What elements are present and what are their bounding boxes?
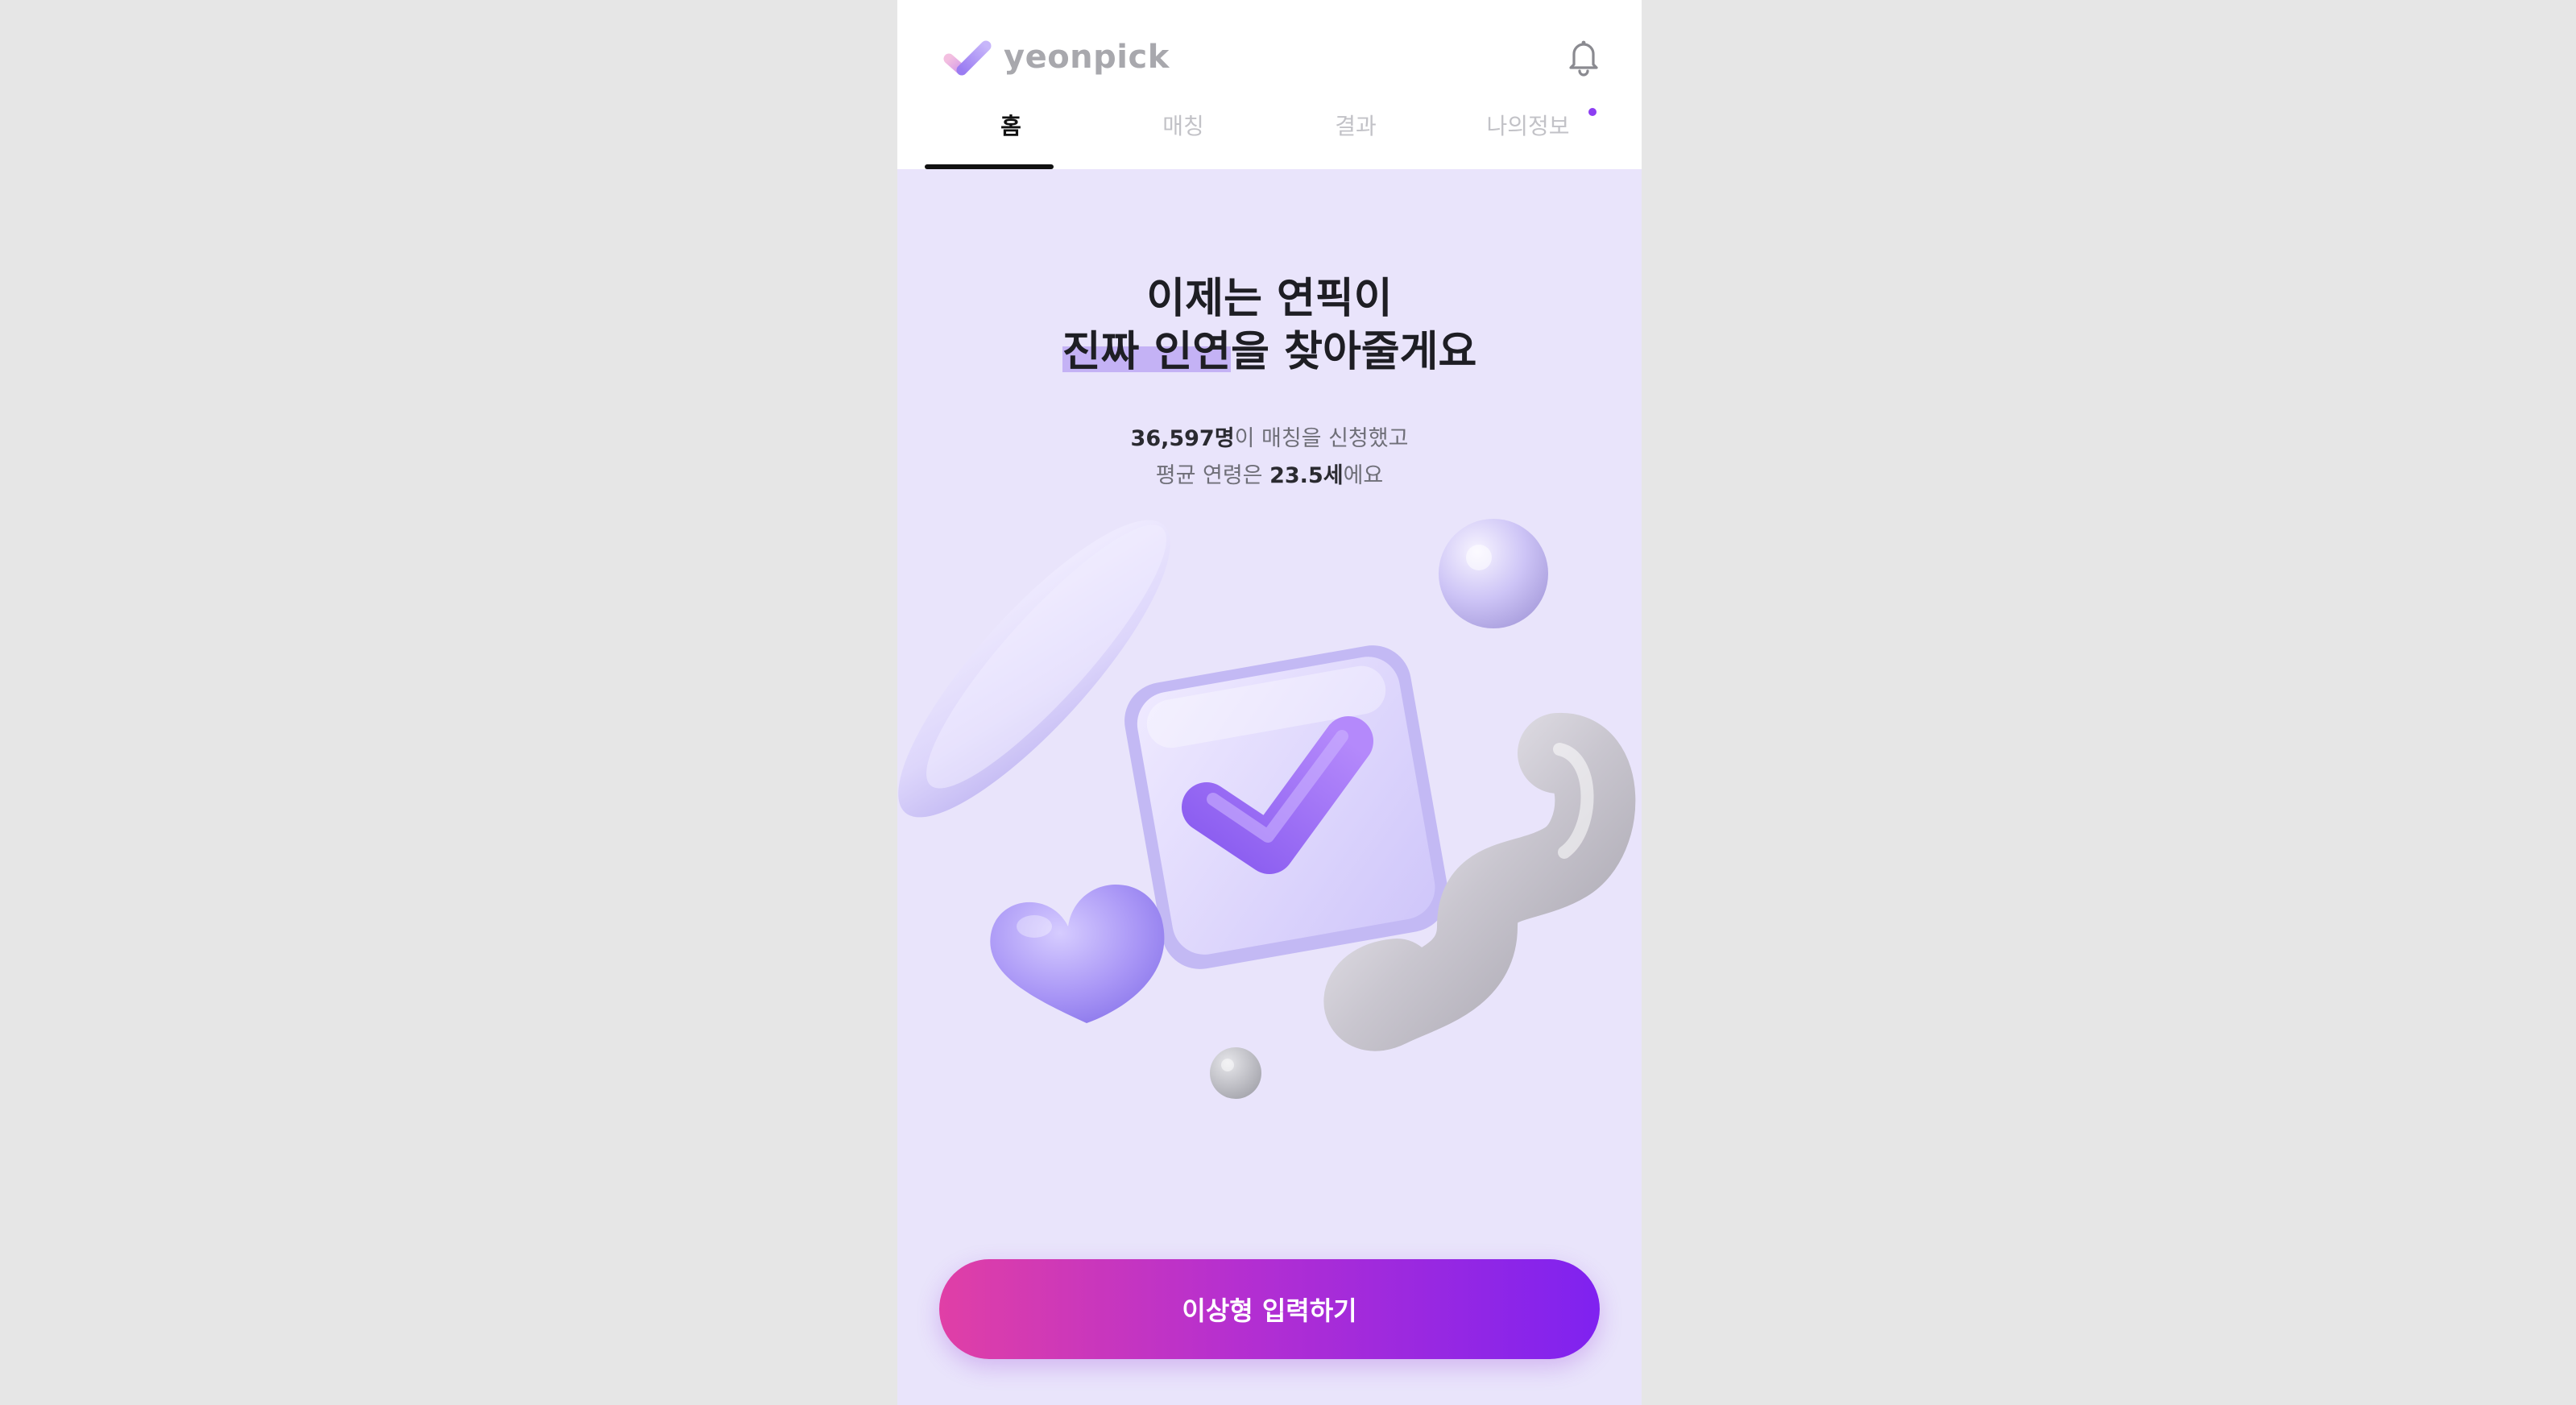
enter-ideal-type-button[interactable]: 이상형 입력하기 bbox=[939, 1259, 1600, 1359]
tab-my-info-label: 나의정보 bbox=[1486, 113, 1570, 139]
stats-line-1-rest: 이 매칭을 신청했고 bbox=[1234, 426, 1409, 451]
hero-illustration bbox=[898, 519, 1636, 1099]
applicant-count: 36,597명 bbox=[1130, 426, 1235, 451]
check-logo-icon bbox=[943, 40, 992, 76]
headline-line-2-rest: 을 찾아줄게요 bbox=[1231, 328, 1477, 376]
tab-home-label: 홈 bbox=[1000, 113, 1021, 139]
tab-home[interactable]: 홈 bbox=[925, 98, 1097, 171]
app-logo[interactable]: yeonpick bbox=[942, 31, 1170, 84]
stats-line-2-suffix: 에요 bbox=[1343, 463, 1384, 488]
tab-my-info[interactable]: 나의정보 bbox=[1442, 98, 1614, 171]
hero-headline: 이제는 연픽이 진짜 인연을 찾아줄게요 bbox=[897, 272, 1642, 379]
app-screen: yeonpick 홈 매칭 결과 나의정보 이제는 연픽이 진짜 인연을 찾아줄… bbox=[897, 0, 1642, 1405]
bubble-shape bbox=[1439, 519, 1548, 628]
tab-results-label: 결과 bbox=[1335, 113, 1377, 139]
tab-results[interactable]: 결과 bbox=[1269, 98, 1442, 171]
main-tabs: 홈 매칭 결과 나의정보 bbox=[925, 98, 1614, 171]
matching-stats: 36,597명이 매칭을 신청했고 평균 연령은 23.5세에요 bbox=[897, 421, 1642, 495]
headline-line-1: 이제는 연픽이 bbox=[1146, 275, 1393, 323]
tab-matching[interactable]: 매칭 bbox=[1097, 98, 1269, 171]
app-name: yeonpick bbox=[1004, 39, 1170, 76]
bell-icon[interactable] bbox=[1563, 35, 1605, 77]
notification-dot bbox=[1588, 108, 1597, 116]
heart-shape bbox=[990, 884, 1165, 1023]
small-sphere-shape bbox=[1210, 1047, 1261, 1099]
stats-line-2-prefix: 평균 연령은 bbox=[1155, 463, 1270, 488]
headline-highlight: 진짜 인연 bbox=[1062, 328, 1232, 376]
tab-matching-label: 매칭 bbox=[1162, 113, 1204, 139]
average-age: 23.5세 bbox=[1269, 463, 1344, 488]
top-bar: yeonpick 홈 매칭 결과 나의정보 bbox=[897, 0, 1642, 169]
